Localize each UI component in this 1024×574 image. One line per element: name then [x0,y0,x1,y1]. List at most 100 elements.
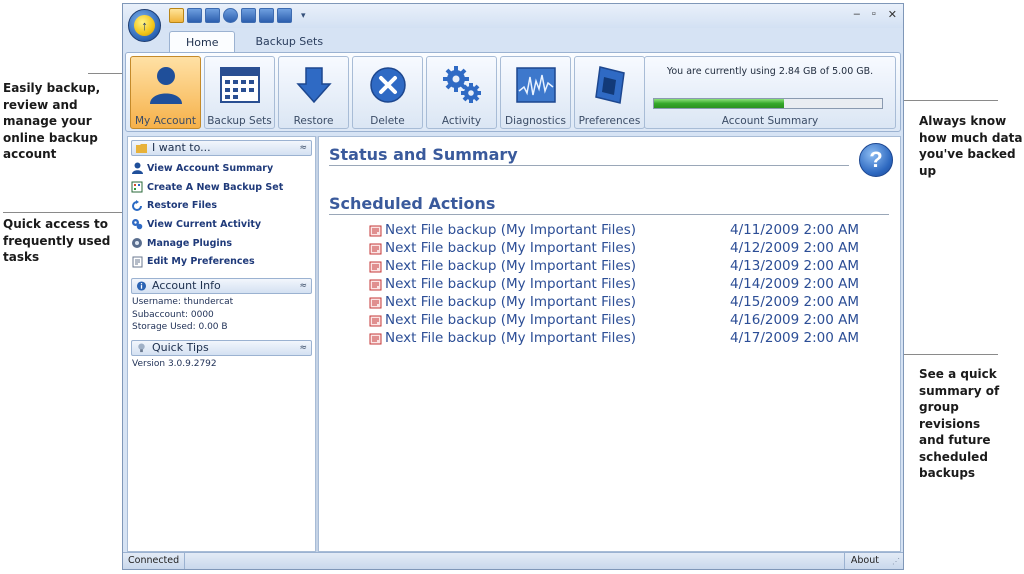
task-view-account-summary[interactable]: View Account Summary [131,159,315,178]
task-label: View Current Activity [147,218,262,230]
task-manage-plugins[interactable]: Manage Plugins [131,234,315,253]
collapse-icon[interactable]: ≈ [299,341,307,355]
account-summary-label: Account Summary [721,115,819,127]
username-value: Username: thundercat [132,297,234,308]
task-view-current-activity[interactable]: View Current Activity [131,215,315,234]
left-panel: I want to... ≈ View Account Summary Crea… [127,136,316,552]
callout-line: scheduled [919,449,988,464]
callout-line: you've backed up [919,147,1016,178]
scheduled-name: Next File backup (My Important Files) [385,276,637,292]
collapse-icon[interactable]: ≈ [299,141,307,155]
i-want-to-header[interactable]: I want to... ≈ [131,140,312,156]
help-icon[interactable]: ? [859,143,893,177]
my-account-button[interactable]: My Account [130,56,201,129]
callout-line: manage your [3,114,92,128]
window-controls: – ▫ ✕ [854,8,897,21]
user-icon [144,63,188,107]
delete-label: Delete [370,115,405,127]
scheduled-row[interactable]: Next File backup (My Important Files) 4/… [369,276,869,294]
scheduled-name: Next File backup (My Important Files) [385,330,637,346]
callout-always-know: Always know how much data you've backed … [919,113,1023,179]
waveform-icon [514,63,558,107]
task-label: View Account Summary [147,162,274,174]
qat-restore-icon[interactable] [205,8,220,23]
close-button[interactable]: ✕ [888,8,897,21]
app-menu-button[interactable]: ↑ [128,9,161,42]
scheduled-row[interactable]: Next File backup (My Important Files) 4/… [369,222,869,240]
restore-button[interactable]: Restore [278,56,349,129]
up-arrow-icon: ↑ [134,15,155,36]
quick-tips-title: Quick Tips [152,340,209,354]
task-edit-preferences[interactable]: Edit My Preferences [131,252,315,271]
delete-button[interactable]: Delete [352,56,423,129]
task-create-backup-set[interactable]: Create A New Backup Set [131,178,315,197]
scheduled-row[interactable]: Next File backup (My Important Files) 4/… [369,294,869,312]
scheduled-row[interactable]: Next File backup (My Important Files) 4/… [369,312,869,330]
qat-dropdown-icon[interactable]: ▾ [301,8,306,23]
callout-line: how much data [919,130,1023,145]
title-bar: ▾ – ▫ ✕ [123,4,903,28]
callout-line: account [3,147,57,161]
divider [329,214,889,215]
task-label: Restore Files [147,200,218,212]
quick-access-toolbar: ▾ [169,8,306,23]
status-bar: Connected About ⋰ [123,552,903,569]
calendar-icon [218,63,262,107]
activity-button[interactable]: Activity [426,56,497,129]
tab-home[interactable]: Home [169,31,236,53]
qat-activity-icon[interactable] [241,8,256,23]
callout-line: Always know [919,114,1007,128]
scheduled-row[interactable]: Next File backup (My Important Files) 4/… [369,240,869,258]
subaccount-value: Subaccount: 0000 [132,309,214,320]
task-label: Manage Plugins [147,237,233,249]
backup-task-icon [369,297,382,309]
scheduled-list: Next File backup (My Important Files) 4/… [369,222,869,348]
scheduled-row[interactable]: Next File backup (My Important Files) 4/… [369,330,869,348]
callout-line: backups [919,466,976,480]
account-summary-button[interactable]: You are currently using 2.84 GB of 5.00 … [644,56,896,129]
down-arrow-icon [292,63,336,107]
restore-label: Restore [293,115,334,127]
qat-delete-icon[interactable] [223,8,238,23]
backup-sets-button[interactable]: Backup Sets [204,56,275,129]
diagnostics-button[interactable]: Diagnostics [500,56,571,129]
scheduled-name: Next File backup (My Important Files) [385,240,637,256]
task-list: View Account Summary Create A New Backup… [128,156,315,275]
callout-line: online backup [3,130,98,145]
qat-my-account-icon[interactable] [169,8,184,23]
usage-progress-bar [653,98,883,109]
scheduled-date: 4/14/2009 2:00 AM [730,276,860,292]
scheduled-date: 4/15/2009 2:00 AM [730,294,860,310]
resize-grip-icon[interactable]: ⋰ [892,557,900,566]
status-summary-heading: Status and Summary [329,145,518,164]
quick-tips-header[interactable]: Quick Tips ≈ [131,339,312,356]
scheduled-row[interactable]: Next File backup (My Important Files) 4/… [369,258,869,276]
qat-preferences-icon[interactable] [277,8,292,23]
minimize-button[interactable]: – [854,8,860,21]
preferences-icon [588,63,632,107]
callout-line: and future [919,433,991,447]
restore-icon [131,199,143,212]
preferences-button[interactable]: Preferences [574,56,645,129]
i-want-to-title: I want to... [152,141,211,154]
callout-quick-access: Quick access to frequently used tasks [3,216,115,266]
task-restore-files[interactable]: Restore Files [131,196,315,215]
user-icon [131,162,143,175]
app-window: ▾ – ▫ ✕ ↑ Home Backup Sets My Account Ba… [122,3,904,570]
info-icon [136,281,147,291]
scheduled-date: 4/12/2009 2:00 AM [730,240,860,256]
collapse-icon[interactable]: ≈ [299,279,307,293]
tab-backup-sets[interactable]: Backup Sets [239,31,339,53]
about-button[interactable]: About [843,553,885,569]
gears-icon [440,63,484,107]
backup-task-icon [369,333,382,345]
account-info-header[interactable]: Account Info ≈ [131,278,312,295]
callout-line: See a quick [919,367,997,381]
qat-diagnostics-icon[interactable] [259,8,274,23]
main-content: Status and Summary ? Scheduled Actions N… [318,136,901,552]
usage-text: You are currently using 2.84 GB of 5.00 … [666,66,874,77]
qat-backup-sets-icon[interactable] [187,8,202,23]
x-circle-icon [366,63,410,107]
maximize-button[interactable]: ▫ [872,8,876,21]
backup-task-icon [369,279,382,291]
